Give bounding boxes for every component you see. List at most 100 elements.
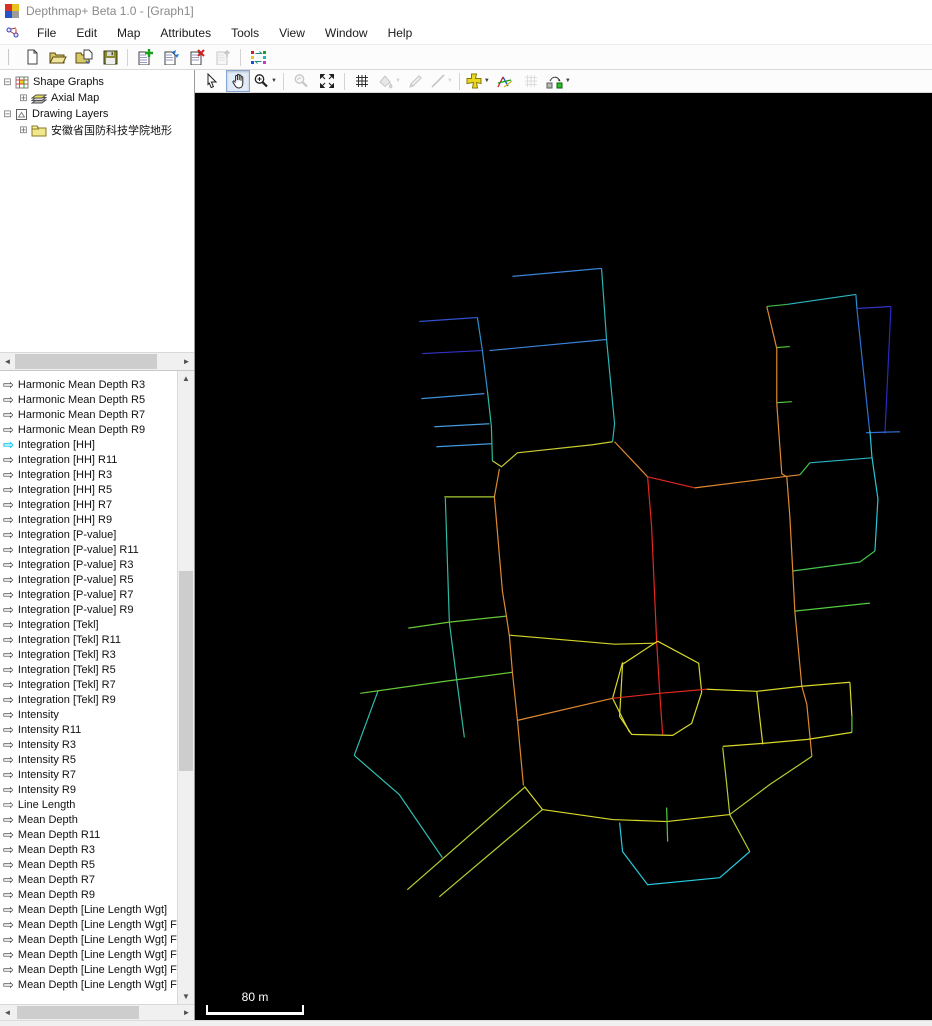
attribute-item[interactable]: ⇨ Intensity R5 <box>0 752 177 767</box>
attribute-item[interactable]: ⇨ Integration [P-value] R11 <box>0 542 177 557</box>
axial-line[interactable] <box>419 316 478 323</box>
attribute-item[interactable]: ⇨ Mean Depth R5 <box>0 857 177 872</box>
expand-icon[interactable]: ⊞ <box>18 125 29 136</box>
list-hscroll-thumb[interactable] <box>17 1006 139 1019</box>
axial-line[interactable] <box>776 345 790 349</box>
axial-line[interactable] <box>776 401 792 404</box>
axial-line[interactable] <box>855 294 858 309</box>
attribute-item[interactable]: ⇨ Integration [Tekl] R7 <box>0 677 177 692</box>
import-button[interactable] <box>72 46 96 68</box>
attribute-item[interactable]: ⇨ Integration [HH] <box>0 437 177 452</box>
attribute-item[interactable]: ⇨ Harmonic Mean Depth R9 <box>0 422 177 437</box>
axial-line[interactable] <box>434 423 490 428</box>
menu-attributes[interactable]: Attributes <box>150 23 221 43</box>
axial-line[interactable] <box>476 317 488 391</box>
scroll-right-icon[interactable]: ► <box>179 1008 194 1017</box>
attribute-item[interactable]: ⇨ Mean Depth [Line Length Wgt] F <box>0 962 177 977</box>
attribute-item[interactable]: ⇨ Mean Depth [Line Length Wgt] F <box>0 932 177 947</box>
attribute-item[interactable]: ⇨ Integration [P-value] R7 <box>0 587 177 602</box>
list-vscroll-track[interactable] <box>178 386 194 989</box>
attribute-item[interactable]: ⇨ Integration [HH] R11 <box>0 452 177 467</box>
step-depth-button-dropdown-icon[interactable]: ▼ <box>565 78 571 84</box>
axial-line[interactable] <box>489 338 607 352</box>
axial-line[interactable] <box>493 468 525 786</box>
attribute-item[interactable]: ⇨ Integration [HH] R5 <box>0 482 177 497</box>
scroll-left-icon[interactable]: ◄ <box>0 357 15 366</box>
tree-hscroll-track[interactable] <box>15 353 179 370</box>
list-vscrollbar[interactable]: ▲ ▼ <box>177 371 194 1004</box>
axial-line[interactable] <box>408 615 507 629</box>
axial-line[interactable] <box>856 305 891 310</box>
axial-line[interactable] <box>869 430 879 552</box>
attribute-item[interactable]: ⇨ Mean Depth [Line Length Wgt] F <box>0 917 177 932</box>
attribute-item[interactable]: ⇨ Mean Depth R11 <box>0 827 177 842</box>
attribute-item[interactable]: ⇨ Integration [P-value] R9 <box>0 602 177 617</box>
axial-map-canvas[interactable]: 80 m <box>195 93 932 1020</box>
axial-line[interactable] <box>647 476 664 735</box>
list-vscroll-thumb[interactable] <box>179 571 193 771</box>
attribute-item[interactable]: ⇨ Integration [P-value] R5 <box>0 572 177 587</box>
axial-line[interactable] <box>865 431 900 434</box>
attribute-item[interactable]: ⇨ Integration [HH] R3 <box>0 467 177 482</box>
zoom-in-tool-button-dropdown-icon[interactable]: ▼ <box>271 78 277 84</box>
toolbar-grip[interactable] <box>8 49 13 65</box>
axial-line[interactable] <box>694 474 800 489</box>
attribute-item[interactable]: ⇨ Mean Depth R3 <box>0 842 177 857</box>
attribute-item[interactable]: ⇨ Integration [P-value] R3 <box>0 557 177 572</box>
axial-line[interactable] <box>353 690 379 756</box>
axial-line[interactable] <box>729 814 751 852</box>
axial-line[interactable] <box>492 441 613 468</box>
axial-line[interactable] <box>422 349 483 355</box>
expand-icon[interactable]: ⊞ <box>18 93 29 104</box>
attribute-item[interactable]: ⇨ Integration [HH] R7 <box>0 497 177 512</box>
axial-line[interactable] <box>794 602 870 612</box>
update-map-button[interactable] <box>159 46 183 68</box>
axial-line[interactable] <box>729 755 813 816</box>
collapse-icon[interactable]: ⊟ <box>2 109 13 120</box>
attribute-item[interactable]: ⇨ Mean Depth [Line Length Wgt] F <box>0 947 177 962</box>
step-depth-button[interactable]: ▼ <box>545 70 572 92</box>
axial-line[interactable] <box>618 822 751 886</box>
tree-node-drawing-layers[interactable]: ⊟ Drawing Layers <box>2 106 194 122</box>
axial-line[interactable] <box>542 808 730 823</box>
attribute-item[interactable]: ⇨ Integration [P-value] <box>0 527 177 542</box>
axial-line[interactable] <box>792 550 876 572</box>
attribute-item[interactable]: ⇨ Mean Depth R9 <box>0 887 177 902</box>
zoom-in-tool-button[interactable]: ▼ <box>252 70 278 92</box>
menu-map[interactable]: Map <box>107 23 150 43</box>
menu-tools[interactable]: Tools <box>221 23 269 43</box>
axial-line[interactable] <box>856 308 871 434</box>
attribute-item[interactable]: ⇨ Mean Depth [Line Length Wgt] F <box>0 977 177 992</box>
tree-node-axial-map[interactable]: ⊞ Axial Map <box>2 90 194 106</box>
axial-line[interactable] <box>756 691 764 745</box>
axial-line[interactable] <box>509 634 656 645</box>
attribute-item[interactable]: ⇨ Harmonic Mean Depth R3 <box>0 377 177 392</box>
convert-colours-button[interactable] <box>246 46 270 68</box>
attribute-item[interactable]: ⇨ Integration [HH] R9 <box>0 512 177 527</box>
attribute-item[interactable]: ⇨ Mean Depth <box>0 812 177 827</box>
attribute-item[interactable]: ⇨ Integration [Tekl] R9 <box>0 692 177 707</box>
axial-line[interactable] <box>523 786 543 810</box>
tree-node-shape-graphs[interactable]: ⊟ Shape Graphs <box>2 74 194 90</box>
axial-line[interactable] <box>600 268 616 442</box>
menu-window[interactable]: Window <box>315 23 378 43</box>
axial-line[interactable] <box>438 809 543 898</box>
scroll-down-icon[interactable]: ▼ <box>178 989 194 1004</box>
list-hscroll-track[interactable] <box>15 1005 179 1020</box>
axial-line[interactable] <box>486 390 494 461</box>
attribute-item[interactable]: ⇨ Integration [Tekl] R3 <box>0 647 177 662</box>
attribute-item[interactable]: ⇨ Integration [Tekl] R5 <box>0 662 177 677</box>
new-file-button[interactable] <box>20 46 44 68</box>
pan-tool-button[interactable] <box>226 70 250 92</box>
menu-edit[interactable]: Edit <box>66 23 107 43</box>
delete-map-button[interactable] <box>185 46 209 68</box>
axial-line[interactable] <box>809 457 872 464</box>
axial-line[interactable] <box>436 443 492 448</box>
save-button[interactable] <box>98 46 122 68</box>
attribute-item[interactable]: ⇨ Intensity R3 <box>0 737 177 752</box>
scroll-left-icon[interactable]: ◄ <box>0 1008 15 1017</box>
axial-line[interactable] <box>421 393 485 400</box>
axial-line[interactable] <box>614 441 649 478</box>
axial-line[interactable] <box>722 747 731 815</box>
menu-view[interactable]: View <box>269 23 315 43</box>
